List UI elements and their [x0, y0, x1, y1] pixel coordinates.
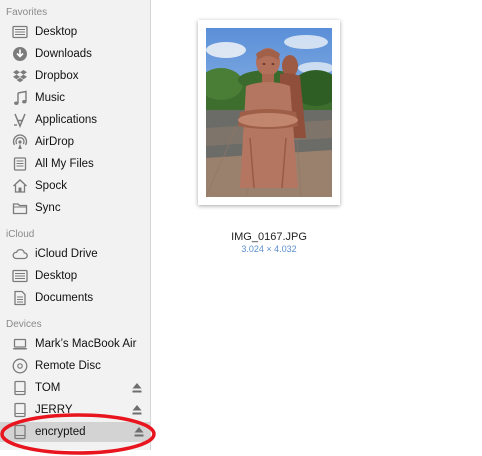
folder-icon [12, 200, 28, 216]
documents-icon [12, 290, 28, 306]
file-name-label: IMG_0167.JPG [231, 231, 307, 243]
downloads-icon [12, 46, 28, 62]
sidebar-item-label: All My Files [35, 158, 94, 170]
sidebar-item-encrypted[interactable]: encrypted [0, 422, 150, 442]
devices-section-title: Devices [6, 319, 42, 330]
sidebar-item-label: Documents [35, 292, 94, 304]
laptop-icon [12, 336, 28, 352]
home-icon [12, 178, 28, 194]
sidebar-item-label: AirDrop [35, 136, 74, 148]
file-dimensions-label: 3.024 × 4.032 [241, 244, 297, 254]
sidebar-item-spock[interactable]: Spock [8, 176, 148, 196]
sidebar-item-remote-disc[interactable]: Remote Disc [8, 356, 148, 376]
sidebar-item-music[interactable]: Music [8, 88, 148, 108]
desktop-icon [12, 24, 28, 40]
sidebar-item-macbook-air[interactable]: Mark’s MacBook Air [8, 334, 148, 354]
drive-icon [12, 402, 28, 418]
applications-icon [12, 112, 28, 128]
eject-icon[interactable] [132, 382, 142, 394]
sidebar-item-label: Dropbox [35, 70, 79, 82]
dropbox-icon [12, 68, 28, 84]
desktop-icon [12, 268, 28, 284]
sidebar-item-sync[interactable]: Sync [8, 198, 148, 218]
statue-photo [206, 28, 332, 197]
all-my-files-icon [12, 156, 28, 172]
drive-icon [12, 424, 28, 440]
airdrop-icon [12, 134, 28, 150]
eject-icon[interactable] [134, 426, 144, 438]
sidebar-item-label: Applications [35, 114, 98, 126]
eject-icon[interactable] [132, 404, 142, 416]
sidebar-item-documents[interactable]: Documents [8, 288, 148, 308]
sidebar-item-label: Remote Disc [35, 360, 101, 372]
sidebar-item-label: Sync [35, 202, 61, 214]
sidebar-item-applications[interactable]: Applications [8, 110, 148, 130]
sidebar-item-label: iCloud Drive [35, 248, 98, 260]
sidebar-item-label: Spock [35, 180, 67, 192]
image-thumbnail[interactable] [198, 20, 340, 205]
sidebar-item-label: Music [35, 92, 66, 104]
drive-icon [12, 380, 28, 396]
sidebar-item-label: JERRY [35, 404, 73, 416]
sidebar-item-dropbox[interactable]: Dropbox [8, 66, 148, 86]
sidebar-item-downloads[interactable]: Downloads [8, 44, 148, 64]
favorites-section-title: Favorites [6, 7, 48, 18]
sidebar-item-label: Desktop [35, 270, 78, 282]
sidebar-item-label: Mark’s MacBook Air [35, 338, 137, 350]
music-icon [12, 90, 28, 106]
disc-icon [12, 358, 28, 374]
sidebar: Favorites Desktop Downloads Dropbox Musi… [0, 0, 151, 450]
sidebar-item-icloud-drive[interactable]: iCloud Drive [8, 244, 148, 264]
sidebar-item-label: TOM [35, 382, 61, 394]
sidebar-item-label: encrypted [35, 426, 86, 438]
sidebar-item-airdrop[interactable]: AirDrop [8, 132, 148, 152]
cloud-icon [12, 246, 28, 262]
sidebar-item-label: Downloads [35, 48, 92, 60]
sidebar-item-jerry[interactable]: JERRY [8, 400, 148, 420]
sidebar-item-all-my-files[interactable]: All My Files [8, 154, 148, 174]
sidebar-item-icloud-desktop[interactable]: Desktop [8, 266, 148, 286]
sidebar-item-label: Desktop [35, 26, 78, 38]
icloud-section-title: iCloud [6, 229, 35, 240]
sidebar-item-desktop[interactable]: Desktop [8, 22, 148, 42]
file-browser-content: IMG_0167.JPG 3.024 × 4.032 [151, 0, 482, 450]
sidebar-item-tom[interactable]: TOM [8, 378, 148, 398]
